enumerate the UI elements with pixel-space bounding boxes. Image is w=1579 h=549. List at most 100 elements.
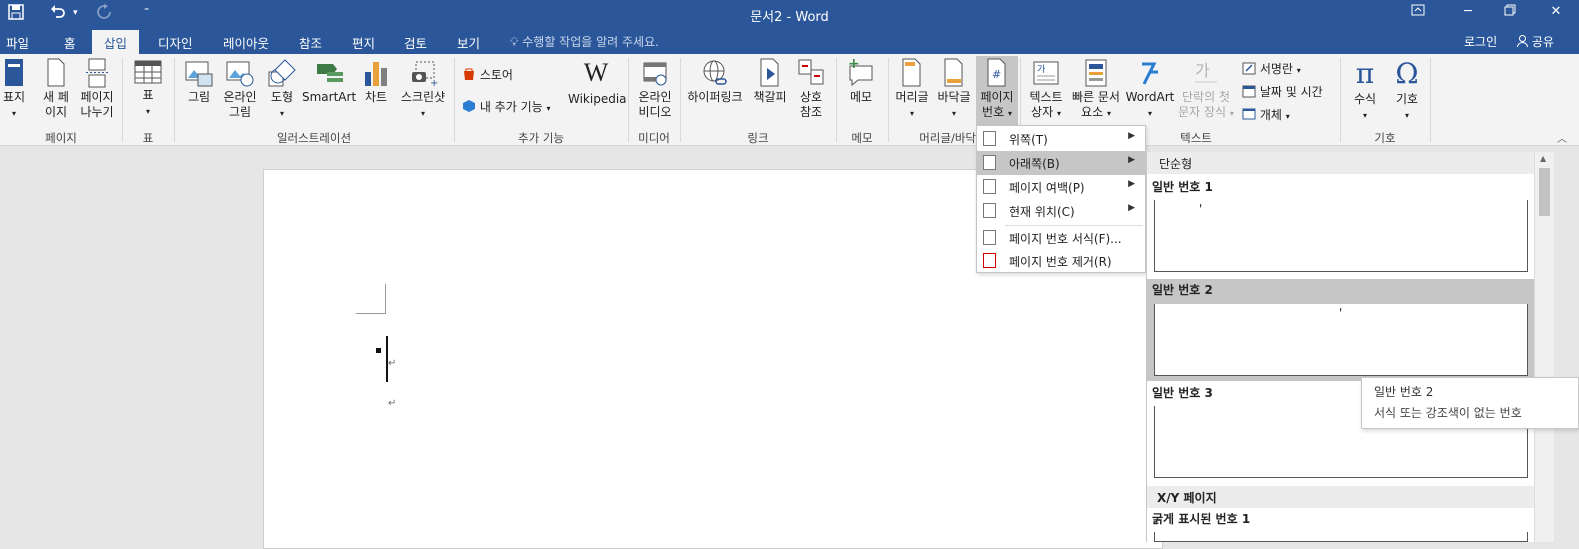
minimize-icon[interactable]: ─ [1458, 4, 1478, 22]
menu-item-current-position[interactable]: 현재 위치(C) ▶ [977, 199, 1145, 223]
text-box-icon: 가 [1033, 61, 1059, 85]
scrollbar-thumb[interactable] [1539, 168, 1550, 216]
footer-button[interactable]: 바닥글 ▾ [934, 58, 974, 121]
menu-item-top-of-page[interactable]: 위쪽(T) ▶ [977, 127, 1145, 151]
my-addins-button[interactable]: 내 추가 기능 ▾ [462, 98, 551, 115]
tab-layout[interactable]: 레이아웃 [223, 33, 269, 52]
online-pictures-button[interactable]: 온라인 그림 [220, 58, 260, 120]
bookmark-button[interactable]: 책갈피 [750, 58, 790, 105]
comment-button[interactable]: + 메모 [842, 58, 880, 105]
tell-me-box[interactable]: 💡︎ 수행할 작업을 알려 주세요. [510, 33, 659, 50]
group-pages-label: 페이지 [45, 131, 77, 145]
wordart-button[interactable]: WordArt ▾ [1124, 58, 1176, 121]
page-number-icon: # [987, 58, 1006, 87]
gallery-category-xy-page: X/Y 페이지 [1147, 486, 1534, 508]
svg-text:+: + [848, 58, 860, 72]
tab-view[interactable]: 보기 [457, 33, 480, 52]
margin-corner-mark [356, 284, 386, 314]
cross-reference-button[interactable]: 상호 참조 [792, 58, 830, 120]
pictures-button[interactable]: 그림 [182, 58, 216, 105]
group-header-footer-label: 머리글/바닥 [919, 131, 976, 145]
paragraph-anchor-mark [376, 348, 381, 353]
gallery-item-bold-number-1[interactable] [1154, 532, 1528, 542]
gallery-item-label: 일반 번호 1 [1152, 180, 1213, 194]
scroll-up-icon[interactable]: ▲ [1540, 154, 1546, 163]
tab-design[interactable]: 디자인 [158, 33, 193, 52]
group-text-label: 텍스트 [1180, 131, 1212, 145]
page-margin-icon [983, 179, 996, 194]
symbol-button[interactable]: Ω 기호 ▾ [1388, 58, 1426, 123]
drop-cap-icon: 가 [1195, 61, 1217, 83]
menu-item-bottom-of-page[interactable]: 아래쪽(B) ▶ [977, 151, 1145, 175]
sign-in-link[interactable]: 로그인 [1464, 33, 1497, 50]
gallery-item-label: 굵게 표시된 번호 1 [1152, 512, 1251, 526]
page-number-preview: ' [1199, 202, 1203, 216]
menu-item-remove-page-numbers[interactable]: 페이지 번호 제거(R) [977, 249, 1145, 273]
omega-icon: Ω [1395, 57, 1419, 90]
share-label: 공유 [1531, 35, 1554, 49]
quick-parts-button[interactable]: 빠른 문서 요소 ▾ [1068, 58, 1124, 121]
gallery-scrollbar[interactable]: ▲ [1534, 152, 1554, 542]
submenu-arrow-icon: ▶ [1128, 131, 1135, 141]
smartart-button[interactable]: SmartArt [302, 58, 356, 105]
group-comments-label: 메모 [851, 131, 873, 145]
format-page-number-icon [983, 230, 996, 245]
menu-item-page-margins[interactable]: 페이지 여백(P) ▶ [977, 175, 1145, 199]
tab-references[interactable]: 참조 [299, 33, 322, 52]
bookmark-icon [760, 58, 779, 87]
gallery-item-plain-number-1[interactable]: ' [1154, 200, 1528, 272]
text-box-button[interactable]: 가 텍스트 상자 ▾ [1024, 58, 1068, 121]
screenshot-button[interactable]: + 스크린샷 ▾ [396, 58, 450, 121]
gallery-item-label: 일반 번호 3 [1152, 386, 1213, 400]
tab-home[interactable]: 홈 [64, 33, 76, 52]
tab-mailings[interactable]: 편지 [352, 33, 375, 52]
group-tables-label: 표 [142, 131, 154, 145]
menu-item-format-page-numbers[interactable]: 페이지 번호 서식(F)... [977, 226, 1145, 250]
page-number-button[interactable]: # 페이지 번호 ▾ [976, 56, 1018, 128]
ribbon-tabs: 파일 홈 삽입 디자인 레이아웃 참조 편지 검토 보기 💡︎ 수행할 작업을 … [0, 28, 1579, 54]
date-time-button[interactable]: 날짜 및 시간 [1242, 83, 1323, 100]
equation-button[interactable]: π 수식 ▾ [1346, 58, 1384, 123]
svg-text:가: 가 [1037, 64, 1045, 75]
wikipedia-button[interactable]: W Wikipedia [568, 58, 627, 107]
cover-page-icon [5, 59, 23, 86]
tab-review[interactable]: 검토 [404, 33, 427, 52]
page-bottom-icon [983, 155, 996, 170]
page-break-button[interactable]: 페이지 나누기 [78, 58, 116, 120]
tab-file[interactable]: 파일 [6, 33, 29, 52]
page-number-gallery: 단순형 일반 번호 1 ' 일반 번호 2 ' 일반 번호 3 X/Y 페이지 … [1146, 152, 1554, 542]
restore-icon[interactable] [1500, 4, 1520, 22]
ribbon-display-options-icon[interactable] [1408, 4, 1428, 22]
submenu-arrow-icon: ▶ [1128, 203, 1135, 213]
close-icon[interactable]: ✕ [1546, 4, 1566, 22]
table-button[interactable]: 표 ▾ [130, 58, 166, 119]
blank-page-button[interactable]: 새 페 이지 [38, 58, 74, 120]
tab-insert[interactable]: 삽입 [92, 30, 140, 54]
screenshot-icon: + [412, 61, 438, 88]
page-top-icon [983, 131, 996, 146]
share-button[interactable]: 공유 [1517, 33, 1554, 50]
chart-button[interactable]: 차트 [360, 58, 392, 105]
tooltip-title: 일반 번호 2 [1374, 385, 1434, 399]
online-video-button[interactable]: 온라인 비디오 [634, 58, 676, 120]
shapes-button[interactable]: 도형 ▾ [264, 58, 300, 121]
gallery-category-simple: 단순형 [1147, 152, 1534, 174]
header-icon [902, 58, 921, 87]
signature-line-button[interactable]: 서명란 ▾ [1242, 60, 1301, 77]
object-button[interactable]: 개체 ▾ [1242, 106, 1290, 123]
store-button[interactable]: 스토어 [462, 66, 513, 83]
hyperlink-button[interactable]: 하이퍼링크 [684, 58, 746, 105]
cover-page-button[interactable]: 표지 ▾ [0, 58, 28, 121]
group-illustrations-label: 일러스트레이션 [276, 131, 352, 145]
calendar-icon [1242, 85, 1256, 98]
ribbon: 표지 ▾ 새 페 이지 페이지 나누기 페이지 표 ▾ 표 그림 온라인 그림 도형 ▾ S… [0, 54, 1579, 146]
group-addins-label: 추가 기능 [518, 131, 564, 145]
smartart-icon [317, 64, 343, 82]
lightbulb-icon: 💡︎ [510, 35, 519, 49]
submenu-arrow-icon: ▶ [1128, 179, 1135, 189]
header-button[interactable]: 머리글 ▾ [892, 58, 932, 121]
gallery-item-plain-number-2[interactable]: ' [1154, 304, 1528, 376]
blank-page-icon [47, 58, 65, 87]
collapse-ribbon-icon[interactable]: ︿ [1557, 130, 1567, 145]
paragraph-mark: ↵ [388, 398, 397, 409]
